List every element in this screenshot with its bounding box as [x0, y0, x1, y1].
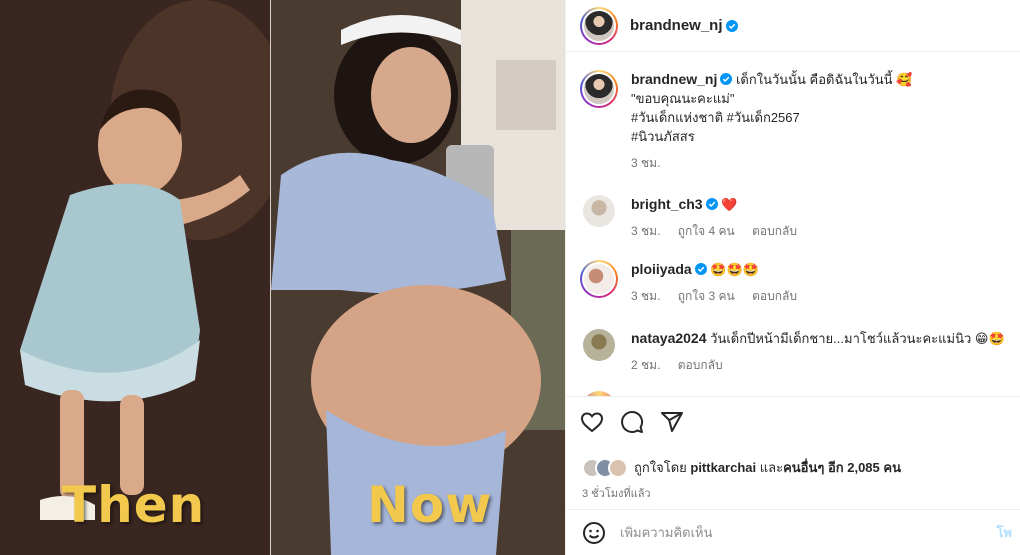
liker-avatars — [582, 457, 628, 478]
comment-item: ploiiyada 🤩🤩🤩 3 ชม. ถูกใจ 3 คน ตอบกลับ — [580, 260, 1010, 306]
heart-icon[interactable] — [580, 410, 604, 434]
comment-text: วันเด็กปีหน้ามีเด็กชาย...มาโชว์แล้วนะคะแ… — [710, 331, 1005, 346]
action-bar — [580, 410, 684, 434]
comment-text: 🤩🤩🤩 — [710, 262, 759, 277]
verified-icon — [720, 73, 733, 85]
comment-item: bright_ch3 ❤️ 3 ชม. ถูกใจ 4 คน ตอบกลับ — [580, 195, 1010, 241]
comment-meta: 3 ชม. ถูกใจ 3 คน ตอบกลับ — [631, 289, 797, 303]
post-sidebar: brandnew_nj brandnew_nj เด็กในวันนั้น คื… — [565, 0, 1020, 555]
comment-likes[interactable]: ถูกใจ 3 คน — [678, 289, 735, 303]
comment-text: ❤️ — [721, 197, 738, 212]
comments-list[interactable]: brandnew_nj เด็กในวันนั้น คือดิฉันในวันน… — [566, 57, 1020, 397]
share-icon[interactable] — [660, 410, 684, 434]
caption-username[interactable]: brandnew_nj — [631, 71, 717, 87]
add-comment-bar: โพ — [566, 509, 1020, 555]
comment-icon[interactable] — [620, 410, 644, 434]
comment-meta: 2 ชม. ตอบกลับ — [631, 358, 723, 372]
caption-hashtag-name[interactable]: #นิวนภัสสร — [631, 127, 912, 146]
comment-meta: 3 ชม. ถูกใจ 4 คน ตอบกลับ — [631, 224, 797, 238]
comment-input[interactable] — [620, 525, 980, 540]
instagram-post-modal: Then Now brandnew_nj brandnew_nj เด็กในว… — [0, 0, 1020, 555]
adult-photo-illustration — [271, 0, 565, 555]
reply-button[interactable]: ตอบกลับ — [678, 358, 723, 372]
reply-button[interactable]: ตอบกลับ — [752, 224, 797, 238]
likes-summary[interactable]: ถูกใจโดย pittkarchai และ คนอื่นๆ อีก 2,08… — [582, 457, 901, 478]
now-label: Now — [367, 476, 493, 534]
verified-icon — [705, 198, 718, 210]
commenter-avatar[interactable] — [583, 195, 615, 227]
liker-username[interactable]: pittkarchai — [690, 460, 756, 475]
then-label: Then — [62, 476, 206, 534]
post-time: 3 ชั่วโมงที่แล้ว — [582, 488, 651, 500]
reply-button[interactable]: ตอบกลับ — [752, 289, 797, 303]
caption-line2: "ขอบคุณนะคะแม่" — [631, 91, 735, 106]
photo-panel-then: Then — [0, 0, 270, 555]
commenter-avatar[interactable] — [580, 260, 618, 298]
comment-username[interactable]: ploiiyada — [631, 261, 692, 277]
commenter-avatar[interactable] — [583, 329, 615, 361]
author-avatar[interactable] — [580, 6, 618, 45]
photo-panel-now: Now — [271, 0, 565, 555]
comment-username[interactable]: bright_ch3 — [631, 196, 703, 212]
caption-time: 3 ชม. — [631, 156, 661, 170]
comment-item: nataya2024 วันเด็กปีหน้ามีเด็กชาย...มาโช… — [580, 329, 1010, 375]
caption-item: brandnew_nj เด็กในวันนั้น คือดิฉันในวันน… — [580, 70, 1010, 173]
author-username[interactable]: brandnew_nj — [630, 17, 723, 34]
caption-line1: เด็กในวันนั้น คือดิฉันในวันนี้ 🥰 — [735, 72, 913, 87]
caption-avatar[interactable] — [580, 70, 618, 108]
likes-others[interactable]: คนอื่นๆ อีก 2,085 คน — [783, 457, 901, 478]
comment-username[interactable]: nataya2024 — [631, 330, 707, 346]
post-header: brandnew_nj — [566, 0, 1020, 52]
comment-likes[interactable]: ถูกใจ 4 คน — [678, 224, 735, 238]
verified-icon — [694, 263, 707, 275]
post-comment-button[interactable]: โพ — [996, 522, 1012, 543]
child-photo-illustration — [0, 0, 270, 555]
post-image[interactable]: Then Now — [0, 0, 565, 555]
verified-icon — [725, 19, 738, 32]
caption-hashtags[interactable]: #วันเด็กแห่งชาติ #วันเด็ก2567 — [631, 108, 912, 127]
emoji-icon[interactable] — [582, 521, 606, 545]
actions-divider — [566, 396, 1020, 397]
